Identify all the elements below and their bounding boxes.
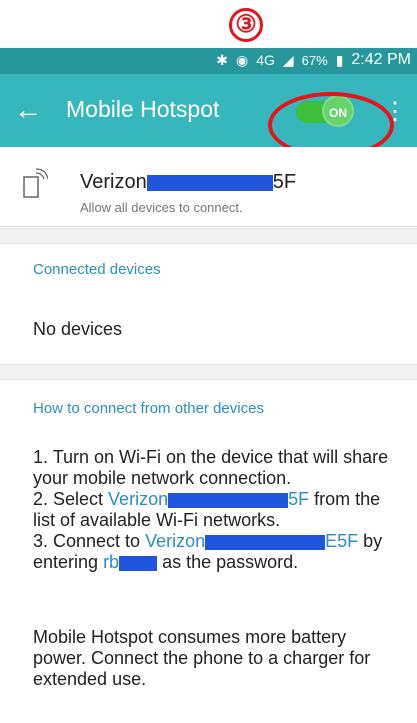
connected-devices-header: Connected devices [33, 261, 161, 278]
howto-step-2: 2. Select Verizon 5F from the list of ava… [33, 489, 397, 531]
step-number-badge: ③ [229, 8, 263, 42]
more-vert-icon[interactable]: ⋮ [383, 100, 407, 124]
redacted-block [146, 174, 273, 191]
howto-section: How to connect from other devices 1. Tur… [0, 379, 417, 723]
step-badge-area: ③ [0, 0, 417, 48]
ssid-prefix: Verizon [80, 171, 147, 193]
signal-icon: ◢ [282, 51, 294, 68]
network-type: 4G [256, 52, 275, 68]
howto-step-3: 3. Connect to Verizon E5F by entering rb … [33, 531, 397, 573]
no-devices-text: No devices [33, 319, 123, 339]
step3-text-a: 3. Connect to [33, 531, 146, 551]
howto-step-1: 1. Turn on Wi-Fi on the device that will… [33, 447, 389, 488]
hotspot-ssid: Verizon 5F [80, 171, 296, 194]
connected-devices-section: Connected devices No devices [0, 243, 417, 363]
step3-link-prefix: Verizon [145, 531, 206, 551]
bluetooth-icon: ✱ [216, 51, 228, 68]
hotspot-subtitle: Allow all devices to connect. [80, 200, 243, 215]
battery-note: Mobile Hotspot consumes more battery pow… [33, 627, 371, 689]
password-prefix: rb [103, 552, 120, 572]
redacted-block [168, 492, 289, 508]
redacted-block [119, 555, 158, 571]
app-bar: ← Mobile Hotspot ON ⋮ [0, 74, 417, 147]
battery-icon: ▮ [335, 51, 344, 68]
step3-link-suffix: E5F [325, 531, 359, 551]
howto-header: How to connect from other devices [33, 400, 264, 417]
hotspot-network-row[interactable]: Verizon 5F Allow all devices to connect. [0, 147, 417, 227]
hotspot-status-icon: ◉ [235, 51, 249, 68]
status-bar: ✱ ◉ 4G ◢ 67% ▮ 2:42 PM [0, 48, 417, 74]
step2-text-a: 2. Select [33, 489, 109, 509]
step3-text-c: as the password. [157, 552, 299, 572]
redacted-block [205, 534, 326, 550]
section-divider [0, 364, 417, 380]
clock: 2:42 PM [351, 51, 411, 68]
section-divider [0, 228, 417, 244]
step2-link-prefix: Verizon [108, 489, 169, 509]
ssid-suffix: 5F [272, 171, 297, 193]
toggle-knob: ON [322, 95, 354, 127]
battery-percent: 67% [301, 52, 328, 68]
arrow-left-icon[interactable]: ← [14, 92, 42, 128]
hotspot-device-icon [23, 168, 48, 198]
hotspot-toggle[interactable]: ON [296, 95, 354, 127]
step2-link-suffix: 5F [288, 489, 310, 509]
page-title: Mobile Hotspot [66, 96, 220, 122]
